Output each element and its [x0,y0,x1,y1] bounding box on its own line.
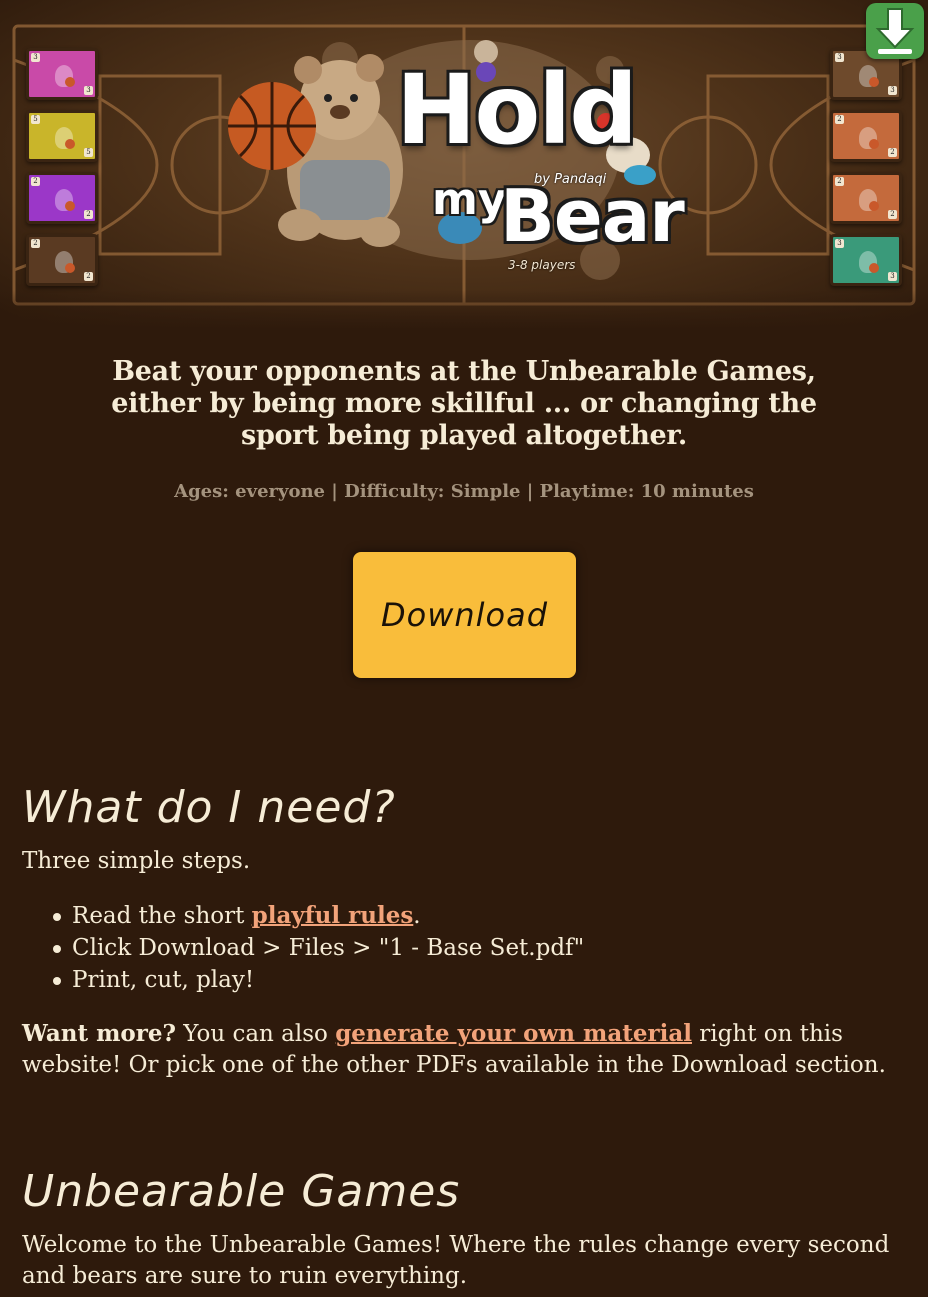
card-thumbnail: 55 [26,110,98,162]
game-meta-info: Ages: everyone | Difficulty: Simple | Pl… [174,481,754,502]
logo-title-hold: Hold [396,54,638,166]
card-thumbnail: 22 [26,234,98,286]
logo-title-my: my [432,174,507,225]
logo-title-bear: Bear [500,174,685,258]
header-banner: Hold by Pandaqi my Bear 3-8 players 33 5… [0,0,928,330]
steps-list: Read the short playful rules. Click Down… [52,900,584,996]
section-heading-unbearable-games: Unbearable Games [22,1166,461,1217]
download-arrow-icon[interactable] [866,3,924,59]
download-button[interactable]: Download [353,552,576,678]
playful-rules-link[interactable]: playful rules [252,902,414,929]
section-heading-what-do-i-need: What do I need? [22,782,396,833]
list-item: Read the short playful rules. [52,900,584,932]
list-item: Print, cut, play! [52,964,584,996]
generate-material-link[interactable]: generate your own material [335,1020,692,1047]
steps-intro: Three simple steps. [22,848,251,874]
tagline: Beat your opponents at the Unbearable Ga… [111,356,817,451]
card-thumbnail: 22 [830,110,902,162]
card-thumbnail: 33 [26,48,98,100]
logo-player-count: 3-8 players [508,258,576,272]
card-thumbnail: 33 [830,234,902,286]
card-thumbnail: 22 [26,172,98,224]
games-intro-paragraph: Welcome to the Unbearable Games! Where t… [22,1232,890,1289]
basketball-illustration [228,82,316,170]
list-item: Click Download > Files > "1 - Base Set.p… [52,932,584,964]
card-thumbnail: 22 [830,172,902,224]
want-more-paragraph: Want more? You can also generate your ow… [22,1020,886,1078]
